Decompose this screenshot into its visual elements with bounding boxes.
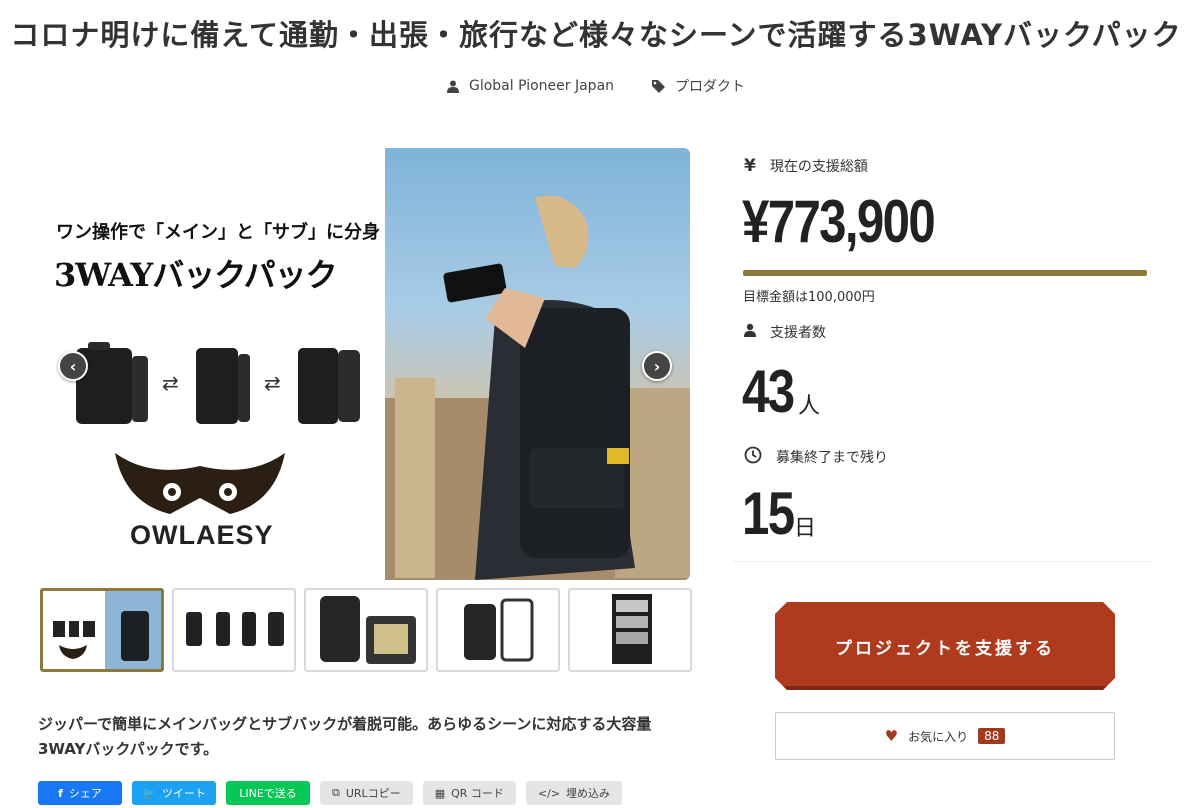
twitter-share-label: ツイート	[161, 787, 206, 800]
copy-icon: ⧉	[332, 786, 340, 799]
days-remaining: 15	[742, 480, 795, 547]
funding-progress-bar	[743, 270, 1147, 276]
owner-name: Global Pioneer Japan	[468, 78, 615, 94]
amount-label-row: ¥ 現在の支援総額	[744, 156, 868, 176]
category-name: プロダクト	[675, 79, 746, 95]
funding-progress-fill	[743, 270, 1147, 276]
carousel-prev-button[interactable]: ‹	[58, 351, 88, 381]
twitter-icon: 🐦	[142, 786, 156, 800]
facebook-share-button[interactable]: f シェア	[38, 781, 122, 805]
project-title: コロナ明けに備えて通勤・出張・旅行など様々なシーンで活躍する3WAYバックパック	[10, 18, 1182, 52]
clock-icon	[744, 446, 762, 468]
stats-divider	[733, 561, 1153, 562]
svg-text:⇄: ⇄	[162, 371, 179, 395]
thumbnail-2[interactable]	[172, 588, 296, 672]
qr-code-label: QR コード	[451, 787, 504, 800]
favorite-count-badge: 88	[978, 728, 1006, 744]
supporters-label-row: 支援者数	[744, 322, 826, 342]
category-link[interactable]: プロダクト	[652, 76, 745, 96]
supporters-unit: 人	[798, 394, 821, 419]
url-copy-button[interactable]: ⧉ URLコピー	[320, 781, 413, 805]
qr-code-button[interactable]: ▦ QR コード	[422, 781, 516, 805]
line-share-label: LINEで送る	[239, 787, 297, 800]
tag-icon	[652, 79, 666, 93]
chevron-left-icon: ‹	[69, 356, 77, 376]
embed-label: 埋め込み	[566, 787, 611, 800]
brand-logo-text: OWLAESY	[130, 520, 274, 550]
main-gallery-image[interactable]: ワン操作で「メイン」と「サブ」に分身 3WAYバックパック ⇄ ⇄ OWLAES…	[38, 148, 690, 580]
svg-text:⇄: ⇄	[264, 371, 281, 395]
embed-button[interactable]: </> 埋め込み	[525, 781, 623, 805]
favorite-label: お気に入り	[908, 729, 969, 744]
code-icon: </>	[537, 786, 561, 800]
remaining-label-row: 募集終了まで残り	[744, 446, 888, 468]
user-icon	[744, 323, 756, 341]
gallery-thumbnails	[40, 588, 692, 672]
project-description: ジッパーで簡単にメインバッグとサブバックが着脱可能。あらゆるシーンに対応する大容…	[38, 715, 652, 758]
gallery-promo-panel: ワン操作で「メイン」と「サブ」に分身 3WAYバックパック ⇄ ⇄ OWLAES…	[38, 148, 385, 580]
line-share-button[interactable]: LINEで送る	[226, 781, 310, 805]
backpack-variants-illustration: ⇄ ⇄	[76, 342, 360, 424]
remaining-label: 募集終了まで残り	[776, 450, 888, 466]
goal-amount: 目標金額は100,000円	[743, 290, 875, 305]
thumbnail-5[interactable]	[568, 588, 692, 672]
yen-icon: ¥	[744, 156, 756, 176]
support-project-button[interactable]: プロジェクトを支援する	[775, 602, 1115, 690]
supporters-label: 支援者数	[770, 325, 826, 341]
days-unit: 日	[794, 516, 817, 541]
qr-icon: ▦	[434, 786, 446, 800]
owner-link[interactable]: Global Pioneer Japan	[446, 76, 615, 96]
heart-icon: ♥	[884, 727, 899, 745]
thumbnail-3[interactable]	[304, 588, 428, 672]
owl-logo	[115, 453, 285, 514]
promo-headline: ワン操作で「メイン」と「サブ」に分身	[56, 222, 380, 243]
project-meta: Global Pioneer Japan プロダクト	[0, 76, 1192, 96]
facebook-share-label: シェア	[68, 787, 102, 800]
amount-raised: ¥773,900	[742, 188, 936, 255]
thumbnail-1[interactable]	[40, 588, 164, 672]
facebook-icon: f	[58, 786, 63, 800]
carousel-next-button[interactable]: ›	[642, 351, 672, 381]
amount-label: 現在の支援総額	[769, 159, 868, 175]
twitter-share-button[interactable]: 🐦 ツイート	[132, 781, 216, 805]
favorite-button[interactable]: ♥ お気に入り 88	[775, 712, 1115, 760]
supporters-count: 43	[742, 358, 795, 425]
promo-product-name: 3WAYバックパック	[54, 256, 338, 294]
share-bar: f シェア 🐦 ツイート LINEで送る ⧉ URLコピー ▦ QR コード <…	[38, 781, 623, 805]
thumbnail-4[interactable]	[436, 588, 560, 672]
chevron-right-icon: ›	[653, 356, 661, 376]
url-copy-label: URLコピー	[345, 787, 401, 800]
user-icon	[446, 80, 459, 93]
